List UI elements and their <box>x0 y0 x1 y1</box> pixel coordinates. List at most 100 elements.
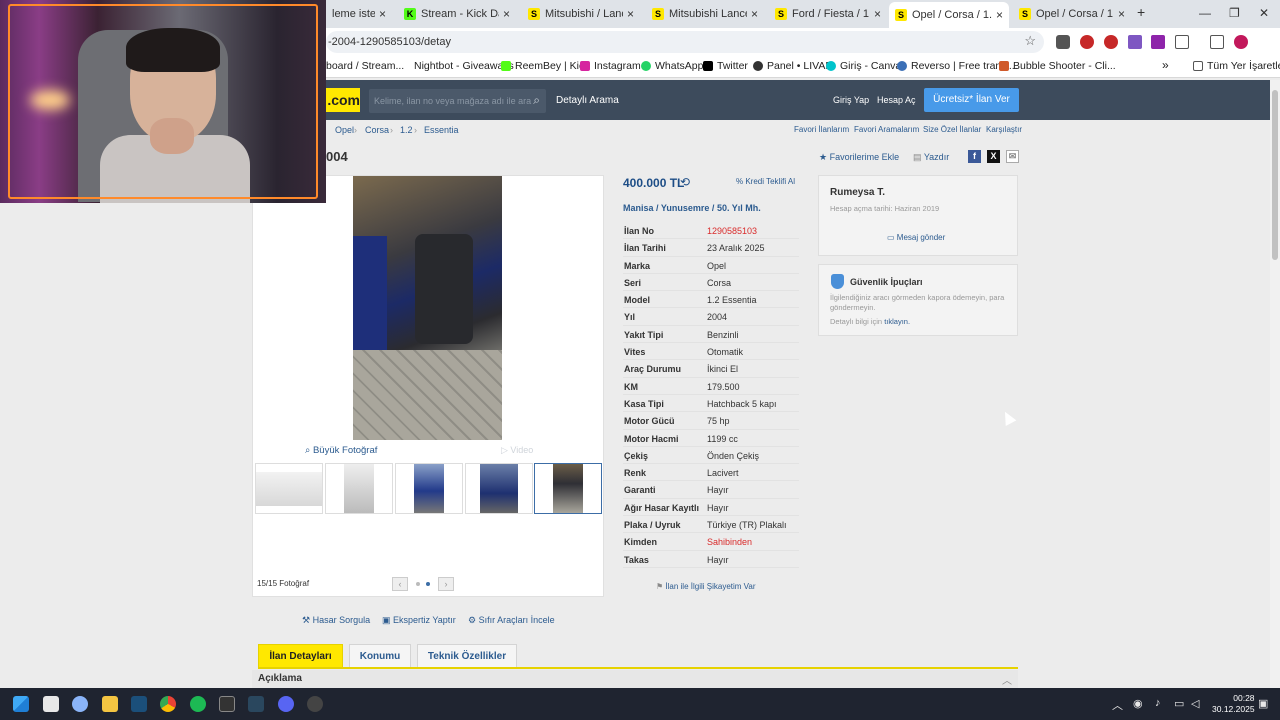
facebook-share-icon[interactable]: f <box>968 150 981 163</box>
new-tab-button[interactable]: + <box>1137 4 1145 20</box>
expertise-link[interactable]: ▣ Ekspertiz Yaptır <box>382 615 456 626</box>
close-tab-icon[interactable]: × <box>627 7 634 21</box>
special-listings-link[interactable]: Size Özel İlanlar <box>923 125 981 134</box>
windows-start-icon[interactable] <box>13 696 29 712</box>
tray-app-icon[interactable]: ◉ <box>1133 697 1143 710</box>
extension-icon[interactable] <box>1056 35 1070 49</box>
close-tab-icon[interactable]: × <box>751 7 758 21</box>
print-button[interactable]: ▤ Yazdır <box>913 152 949 163</box>
all-bookmarks-button[interactable]: Tüm Yer İşaretleri <box>1193 60 1280 72</box>
task-view-icon[interactable] <box>43 696 59 712</box>
send-message-button[interactable]: ▭ Mesaj gönder <box>887 233 945 242</box>
browser-tab-active[interactable]: S Opel / Corsa / 1.2 / E× <box>889 2 1009 28</box>
site-search-input[interactable]: Kelime, ilan no veya mağaza adı ile ara … <box>369 89 546 113</box>
browser-tab[interactable]: S Mitsubishi Lancer Fiy× <box>646 4 764 24</box>
bookmark-item[interactable]: WhatsApp <box>641 60 703 72</box>
bookmark-item[interactable]: Nightbot - Giveaways <box>414 60 514 72</box>
extension-icon[interactable] <box>1080 35 1094 49</box>
location-city[interactable]: Manisa <box>623 203 654 213</box>
url-field[interactable]: -2004-1290585103/detay ☆ <box>326 31 1044 53</box>
damage-check-link[interactable]: ⚒ Hasar Sorgula <box>302 615 370 626</box>
photo-thumbnail[interactable] <box>395 463 463 514</box>
photo-thumbnail[interactable] <box>465 463 533 514</box>
bookmark-item[interactable]: Instagram <box>580 60 641 72</box>
prev-photo-button[interactable]: ‹ <box>392 577 408 591</box>
taskbar-clock[interactable]: 00:28 30.12.2025 <box>1212 693 1255 715</box>
bookmark-item[interactable]: ReemBey | Kick <box>501 60 590 72</box>
tray-chevron-icon[interactable]: ︿ <box>1112 697 1123 713</box>
steam-icon[interactable] <box>131 696 147 712</box>
profile-avatar[interactable] <box>1234 35 1248 49</box>
login-link[interactable]: Giriş Yap <box>833 95 869 105</box>
discord-icon[interactable] <box>278 696 294 712</box>
photo-thumbnail[interactable] <box>255 463 323 514</box>
x-share-icon[interactable]: X <box>987 150 1000 163</box>
close-tab-icon[interactable]: × <box>1118 7 1125 21</box>
pager-dot[interactable] <box>416 582 420 586</box>
favorite-searches-link[interactable]: Favori Aramalarım <box>854 125 919 134</box>
pager-dot-active[interactable] <box>426 582 430 586</box>
spotify-icon[interactable] <box>190 696 206 712</box>
menu-icon[interactable] <box>1258 35 1272 49</box>
close-tab-icon[interactable]: × <box>874 7 881 21</box>
add-favorite-button[interactable]: ★ Favorilerime Ekle <box>819 152 899 163</box>
credit-offer-link[interactable]: % Kredi Teklifi Al <box>736 177 795 186</box>
email-share-icon[interactable]: ✉ <box>1006 150 1019 163</box>
photo-thumbnail-selected[interactable] <box>534 463 602 514</box>
tab-location[interactable]: Konumu <box>349 644 411 668</box>
search-icon[interactable]: ⌕ <box>533 93 540 108</box>
chevron-up-icon[interactable]: ︿ <box>1002 672 1012 687</box>
extension-icon[interactable] <box>1151 35 1165 49</box>
compare-link[interactable]: Karşılaştır <box>986 125 1022 134</box>
settings-icon[interactable] <box>72 696 88 712</box>
obs-icon[interactable] <box>307 696 323 712</box>
bookmark-star-icon[interactable]: ☆ <box>1024 33 1036 49</box>
description-header[interactable]: Açıklama ︿ <box>252 670 1018 688</box>
safety-more-link[interactable]: tıklayın. <box>884 317 910 326</box>
breadcrumb-item[interactable]: Opel <box>335 125 354 135</box>
browser-tab[interactable]: S Opel / Corsa / 1.2 / S× <box>1013 4 1131 24</box>
breadcrumb-item[interactable]: Corsa <box>365 125 389 135</box>
puzzle-icon[interactable] <box>1175 35 1189 49</box>
location-neighborhood[interactable]: 50. Yıl Mh. <box>717 203 761 213</box>
xbox-icon[interactable] <box>219 696 235 712</box>
chrome-icon[interactable] <box>160 696 176 712</box>
bookmark-item[interactable]: Bubble Shooter - Cli... <box>999 60 1116 72</box>
bookmark-item[interactable]: Giriş - Canva <box>826 60 901 72</box>
volume-icon[interactable]: ◁ <box>1191 697 1199 710</box>
page-scrollbar[interactable] <box>1270 80 1280 688</box>
browser-tab[interactable]: K Stream - Kick Dashbo× <box>398 4 516 24</box>
close-tab-icon[interactable]: × <box>503 7 510 21</box>
photo-thumbnail[interactable] <box>325 463 393 514</box>
bookmark-item[interactable]: Panel • LIVAD <box>753 60 833 72</box>
complaint-link[interactable]: ⚑ İlan ile İlgili Şikayetim Var <box>656 582 756 591</box>
location-district[interactable]: Yunusemre <box>661 203 710 213</box>
media-icon[interactable] <box>1210 35 1224 49</box>
scrollbar-thumb[interactable] <box>1272 90 1278 260</box>
tab-listing-details[interactable]: İlan Detayları <box>258 644 343 668</box>
extension-icon[interactable] <box>1104 35 1118 49</box>
big-photo-button[interactable]: ⌕ Büyük Fotoğraf <box>305 445 377 456</box>
bookmark-item[interactable]: board / Stream... <box>326 60 404 72</box>
network-icon[interactable]: ▭ <box>1174 697 1184 710</box>
bookmark-item[interactable]: Twitter <box>703 60 748 72</box>
extension-icon[interactable] <box>1128 35 1142 49</box>
breadcrumb-item[interactable]: 1.2 <box>400 125 413 135</box>
browser-tab[interactable]: leme isteği× <box>326 4 392 24</box>
register-link[interactable]: Hesap Aç <box>877 95 916 105</box>
microphone-icon[interactable]: ♪ <box>1155 697 1161 709</box>
tab-technical-specs[interactable]: Teknik Özellikler <box>417 644 517 668</box>
price-history-icon[interactable]: ⟲ <box>680 175 690 189</box>
close-window-button[interactable]: ✕ <box>1259 6 1269 20</box>
close-tab-icon[interactable]: × <box>996 8 1003 22</box>
browser-tab[interactable]: S Mitsubishi / Lancer /× <box>522 4 640 24</box>
detailed-search-link[interactable]: Detaylı Arama <box>556 95 619 106</box>
browser-tab[interactable]: S Ford / Fiesta / 1.4 TD× <box>769 4 887 24</box>
post-ad-button[interactable]: Ücretsiz* İlan Ver <box>924 88 1019 112</box>
main-photo[interactable] <box>353 176 502 440</box>
file-explorer-icon[interactable] <box>102 696 118 712</box>
minimize-button[interactable]: — <box>1199 6 1211 20</box>
site-logo[interactable]: .com <box>326 88 360 112</box>
close-tab-icon[interactable]: × <box>379 7 386 21</box>
breadcrumb-item[interactable]: Essentia <box>424 125 459 135</box>
